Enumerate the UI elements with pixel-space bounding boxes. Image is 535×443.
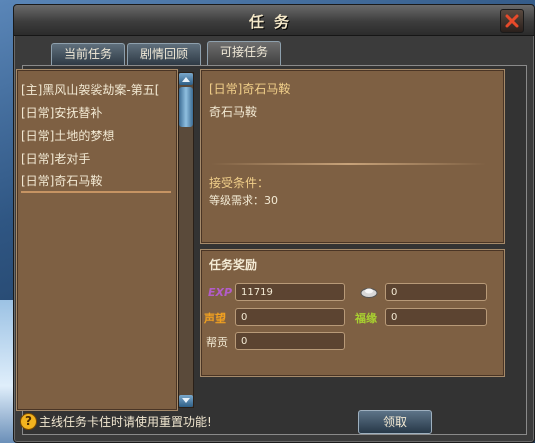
help-icon[interactable]: ? xyxy=(20,413,37,430)
fortune-value: 0 xyxy=(385,308,487,326)
rewards-header: 任务奖励 xyxy=(209,258,258,272)
quest-list-panel: [主]黑风山袈裟劫案-第五[ [日常]安抚替补 [日常]土地的梦想 [日常]老对… xyxy=(16,69,178,411)
silver-ingot-icon xyxy=(360,288,378,298)
tab-available-quests[interactable]: 可接任务 xyxy=(207,41,281,66)
arrow-up-icon xyxy=(182,77,190,82)
prestige-value: 0 xyxy=(235,308,345,326)
quest-list-item[interactable]: [日常]土地的梦想 xyxy=(21,126,171,146)
quest-detail-description: 奇石马鞍 xyxy=(209,105,258,119)
prestige-label: 声望 xyxy=(204,312,226,325)
scroll-down-button[interactable] xyxy=(179,395,193,407)
scroll-up-button[interactable] xyxy=(179,73,193,85)
close-button[interactable] xyxy=(500,9,524,33)
tab-story-review[interactable]: 剧情回顾 xyxy=(127,43,201,65)
fortune-label: 福缘 xyxy=(355,312,377,325)
quest-list-item-selected[interactable]: [日常]奇石马鞍 xyxy=(21,171,171,193)
contribution-label: 帮贡 xyxy=(206,336,228,349)
window-title: 任务 xyxy=(248,13,299,31)
claim-button[interactable]: 领取 xyxy=(358,410,432,434)
quest-list-scrollbar[interactable] xyxy=(178,72,194,408)
tab-current-quests[interactable]: 当前任务 xyxy=(51,43,125,65)
arrow-down-icon xyxy=(182,398,190,403)
quest-list-item[interactable]: [日常]安抚替补 xyxy=(21,103,171,123)
silver-value: 0 xyxy=(385,283,487,301)
quest-detail-panel: [日常]奇石马鞍 奇石马鞍 接受条件： 等级需求：30 xyxy=(200,69,505,244)
quest-detail-title: [日常]奇石马鞍 xyxy=(209,82,291,96)
exp-value: 11719 xyxy=(235,283,345,301)
divider xyxy=(211,163,486,165)
accept-conditions-header: 接受条件： xyxy=(209,176,270,190)
title-bar[interactable]: 任务 xyxy=(14,5,534,36)
footer-hint: 主线任务卡住时请使用重置功能! xyxy=(39,415,212,429)
quest-list-item[interactable]: [主]黑风山袈裟劫案-第五[ xyxy=(21,80,171,100)
close-icon xyxy=(505,14,519,28)
rewards-panel: 任务奖励 EXP 11719 0 声望 0 福缘 0 帮贡 0 xyxy=(200,249,505,377)
level-requirement: 等级需求：30 xyxy=(209,194,278,207)
exp-label: EXP xyxy=(208,286,233,299)
scroll-thumb[interactable] xyxy=(179,87,193,127)
quest-list-item[interactable]: [日常]老对手 xyxy=(21,149,171,169)
contribution-value: 0 xyxy=(235,332,345,350)
